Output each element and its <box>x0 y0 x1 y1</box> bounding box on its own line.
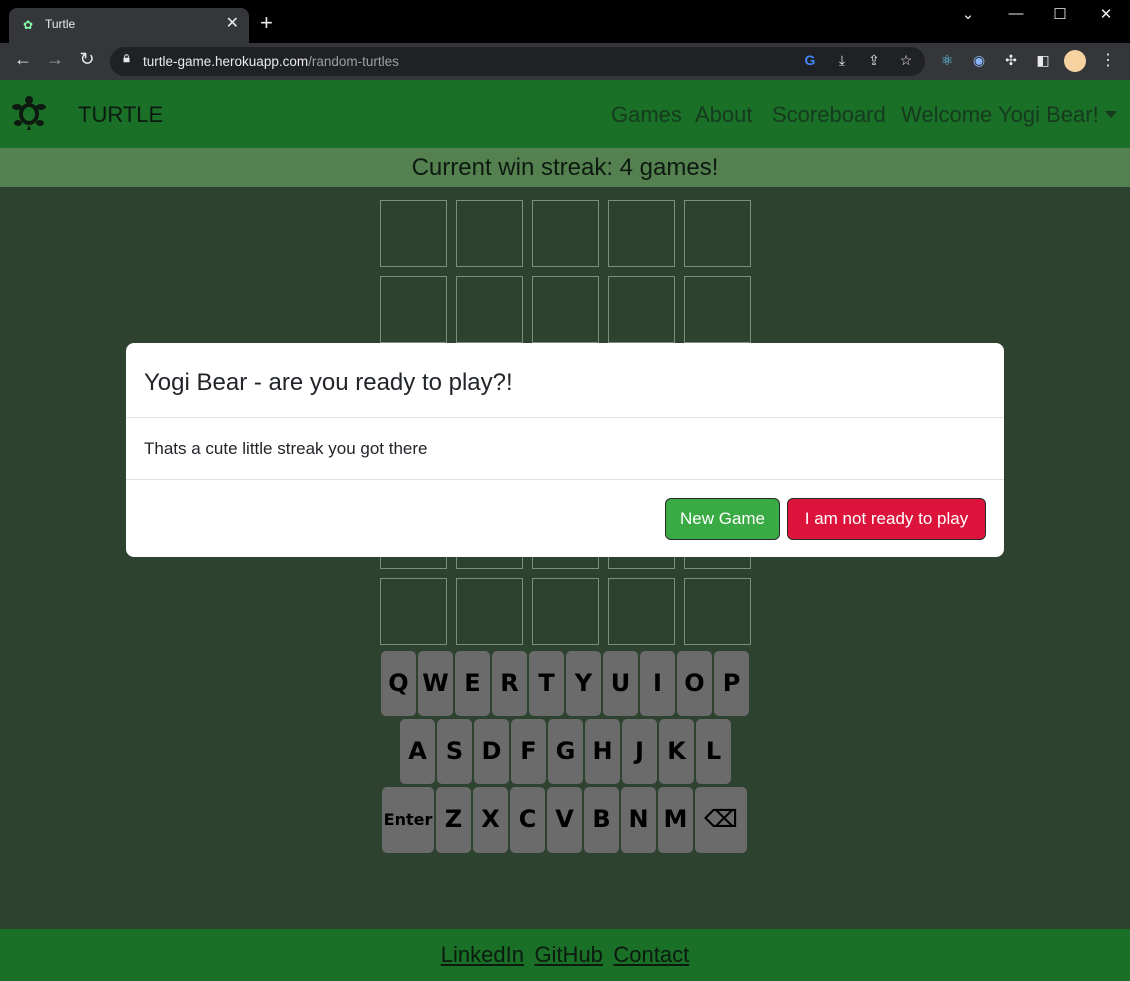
key-p[interactable]: P <box>714 651 749 716</box>
url-text: turtle-game.herokuapp.com/random-turtles <box>143 54 399 69</box>
new-game-button[interactable]: New Game <box>665 498 780 540</box>
tab-search-icon[interactable]: ⌄ <box>953 5 983 23</box>
footer-link-contact[interactable]: Contact <box>613 929 689 981</box>
grid-cell <box>380 275 447 343</box>
grid-cell <box>380 577 447 645</box>
google-icon[interactable]: G <box>800 52 820 68</box>
browser-tabstrip: ✿ Turtle ✕ + ⌄ — ☐ ✕ <box>0 0 1130 43</box>
modal-footer-divider <box>126 479 1004 480</box>
grid-cell <box>608 200 675 267</box>
key-n[interactable]: N <box>621 787 656 853</box>
key-s[interactable]: S <box>437 719 472 784</box>
key-z[interactable]: Z <box>436 787 471 853</box>
back-icon[interactable]: ← <box>11 49 35 70</box>
key-h[interactable]: H <box>585 719 620 784</box>
win-streak-banner: Current win streak: 4 games! <box>0 148 1130 187</box>
key-m[interactable]: M <box>658 787 693 853</box>
footer-link-github[interactable]: GitHub <box>534 929 602 981</box>
footer: LinkedIn GitHub Contact <box>0 929 1130 981</box>
maximize-icon[interactable]: ☐ <box>1045 5 1075 23</box>
tab-close-icon[interactable]: ✕ <box>226 15 239 33</box>
modal-header-divider <box>126 417 1004 418</box>
extension-circle-icon[interactable]: ◉ <box>969 52 989 69</box>
install-icon[interactable]: ⤓ <box>832 52 852 69</box>
key-r[interactable]: R <box>492 651 527 716</box>
reload-icon[interactable]: ↻ <box>75 49 99 70</box>
key-a[interactable]: A <box>400 719 435 784</box>
modal-title: Yogi Bear - are you ready to play?! <box>144 369 513 396</box>
user-menu-dropdown[interactable]: Welcome Yogi Bear! <box>901 102 1117 128</box>
react-devtools-icon[interactable]: ⚛ <box>937 52 957 69</box>
address-bar[interactable]: turtle-game.herokuapp.com/random-turtles… <box>110 47 925 76</box>
grid-cell <box>456 275 523 343</box>
grid-cell <box>380 200 447 267</box>
key-d[interactable]: D <box>474 719 509 784</box>
nav-link-about[interactable]: About <box>695 102 753 128</box>
key-o[interactable]: O <box>677 651 712 716</box>
nav-link-games[interactable]: Games <box>611 102 682 128</box>
key-j[interactable]: J <box>622 719 657 784</box>
key-c[interactable]: C <box>510 787 545 853</box>
key-u[interactable]: U <box>603 651 638 716</box>
grid-cell <box>532 200 599 267</box>
grid-cell <box>608 275 675 343</box>
side-panel-icon[interactable]: ◧ <box>1033 52 1053 69</box>
share-icon[interactable]: ⇪ <box>864 52 884 69</box>
key-i[interactable]: I <box>640 651 675 716</box>
grid-cell <box>684 200 751 267</box>
key-backspace-icon[interactable]: ⌫ <box>695 787 747 853</box>
extensions-puzzle-icon[interactable]: ✣ <box>1001 52 1021 69</box>
grid-cell <box>456 200 523 267</box>
key-y[interactable]: Y <box>566 651 601 716</box>
minimize-icon[interactable]: — <box>1001 5 1031 22</box>
nav-link-scoreboard[interactable]: Scoreboard <box>772 102 886 128</box>
browser-toolbar: ← → ↻ turtle-game.herokuapp.com/random-t… <box>0 43 1130 80</box>
turtle-favicon-icon: ✿ <box>23 18 34 32</box>
grid-cell <box>532 577 599 645</box>
key-e[interactable]: E <box>455 651 490 716</box>
grid-cell <box>608 577 675 645</box>
key-f[interactable]: F <box>511 719 546 784</box>
ready-to-play-modal: Yogi Bear - are you ready to play?! That… <box>126 343 1004 557</box>
key-v[interactable]: V <box>547 787 582 853</box>
not-ready-button[interactable]: I am not ready to play <box>787 498 986 540</box>
win-streak-text: Current win streak: 4 games! <box>411 154 719 181</box>
key-t[interactable]: T <box>529 651 564 716</box>
modal-body-text: Thats a cute little streak you got there <box>144 439 428 458</box>
key-x[interactable]: X <box>473 787 508 853</box>
key-b[interactable]: B <box>584 787 619 853</box>
user-menu-label: Welcome Yogi Bear! <box>901 102 1099 127</box>
key-w[interactable]: W <box>418 651 453 716</box>
lock-icon <box>123 54 130 63</box>
bookmark-star-icon[interactable]: ☆ <box>896 52 916 69</box>
grid-cell <box>456 577 523 645</box>
footer-link-linkedin[interactable]: LinkedIn <box>441 929 524 981</box>
navbar: TURTLE Games About Scoreboard Welcome Yo… <box>0 80 1130 148</box>
turtle-logo-icon[interactable] <box>11 95 47 131</box>
key-q[interactable]: Q <box>381 651 416 716</box>
brand-title[interactable]: TURTLE <box>78 102 163 128</box>
key-enter[interactable]: Enter <box>382 787 434 853</box>
profile-avatar[interactable] <box>1064 50 1086 72</box>
new-tab-icon[interactable]: + <box>260 12 273 34</box>
grid-cell <box>684 577 751 645</box>
caret-down-icon <box>1104 111 1117 118</box>
tab-title: Turtle <box>45 17 76 31</box>
key-g[interactable]: G <box>548 719 583 784</box>
grid-cell <box>532 275 599 343</box>
browser-menu-icon[interactable]: ⋮ <box>1100 50 1116 70</box>
grid-cell <box>684 275 751 343</box>
forward-icon[interactable]: → <box>43 49 67 70</box>
key-l[interactable]: L <box>696 719 731 784</box>
key-k[interactable]: K <box>659 719 694 784</box>
browser-tab[interactable]: ✿ Turtle ✕ <box>9 8 249 43</box>
window-close-icon[interactable]: ✕ <box>1091 5 1121 23</box>
